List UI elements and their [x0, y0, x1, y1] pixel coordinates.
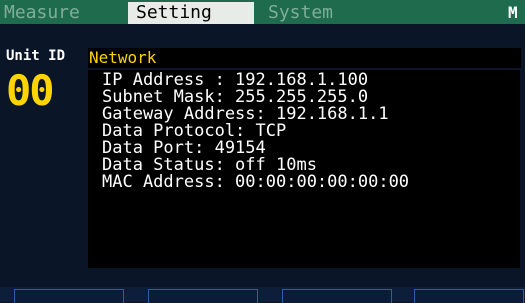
- tab-measure[interactable]: Measure: [4, 2, 120, 24]
- softkey-2[interactable]: [148, 289, 258, 303]
- mac-address-row: MAC Address: 00:00:00:00:00:00: [102, 172, 410, 192]
- status-indicator: M: [508, 3, 518, 22]
- unit-id-value: 00: [6, 66, 55, 115]
- data-status-row: Data Status: off 10ms: [102, 155, 317, 175]
- unit-id-label: Unit ID: [6, 48, 66, 64]
- tab-system[interactable]: System: [262, 2, 366, 24]
- softkey-1[interactable]: [14, 289, 124, 303]
- data-protocol-row: Data Protocol: TCP: [102, 121, 287, 141]
- gateway-address-row: Gateway Address: 192.168.1.1: [102, 104, 389, 124]
- network-panel: IP Address : 192.168.1.100 Subnet Mask: …: [88, 70, 520, 268]
- softkey-3[interactable]: [282, 289, 392, 303]
- softkey-4[interactable]: [414, 289, 524, 303]
- ip-address-row: IP Address : 192.168.1.100: [102, 70, 369, 90]
- subnet-mask-row: Subnet Mask: 255.255.255.0: [102, 87, 369, 107]
- tab-setting[interactable]: Setting: [128, 2, 254, 24]
- data-port-row: Data Port: 49154: [102, 138, 266, 158]
- panel-title: Network: [88, 48, 521, 68]
